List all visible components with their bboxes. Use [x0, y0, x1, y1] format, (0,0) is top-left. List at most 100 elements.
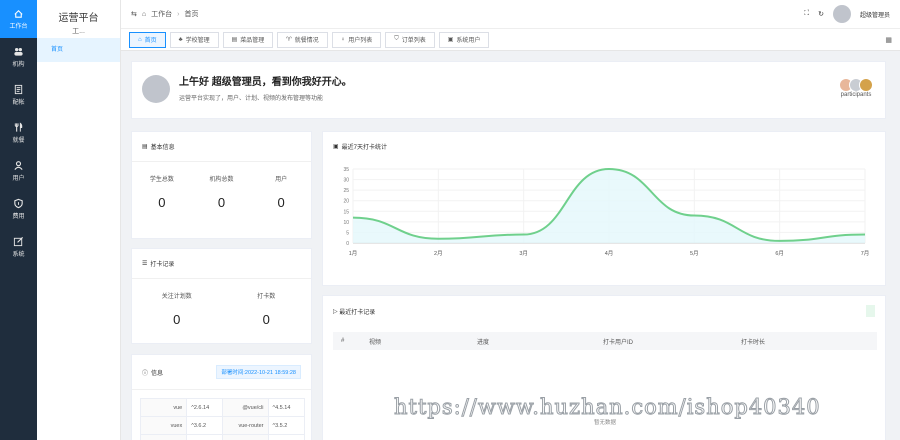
y-tick-label: 15 [343, 209, 349, 215]
package-name: vue [139, 398, 188, 417]
package-name: element-ui [139, 434, 188, 440]
tab-5[interactable]: ⛉ 订单列表 [385, 31, 435, 48]
stat-checkins: 打卡数 0 [241, 291, 291, 327]
checkin-chart: 0 5 10 15 20 25 30 35 1月 2月 3月 4月 5月 6月 7月 [343, 167, 870, 257]
top-right-tools: ⛶ ↻ 超级管理员 [804, 5, 890, 23]
user-icon [14, 161, 23, 170]
y-tick-label: 25 [343, 188, 349, 194]
y-tick-label: 0 [346, 241, 349, 247]
x-tick-label: 5月 [690, 250, 699, 257]
avatar [142, 75, 170, 103]
column-header: 进度 [477, 339, 490, 346]
sidebar-brand: 运营平台 工... [37, 0, 120, 38]
recent-title-text: 最近打卡记录 [339, 309, 376, 316]
tab-label: 首页 [144, 38, 157, 44]
version-table: vue ^2.6.14 @vue/cli ^4.5.14 vuex ^3.6.2 vue-r… [139, 398, 306, 440]
participants: participants [839, 78, 873, 98]
tab-label: 学校管理 [185, 38, 210, 44]
watermark: https://www.huzhan.com/ishop40340 [394, 395, 821, 420]
participant-avatars [839, 78, 873, 92]
package-name: @vue/cli [222, 398, 269, 417]
sidebar-item-home[interactable]: 首页 [37, 38, 120, 62]
stat-label: 关注计划数 [161, 294, 192, 300]
stat-users: 用户 0 [256, 174, 306, 210]
tabs-bar: ⌂ 首页 ♣ 学校管理 ▤ 菜品管理 ♈ 就餐情况 ♀ 用户列表 ⛉ 订单列表 ▣ 系统用户 ▦ [121, 29, 900, 51]
column-header: # [341, 338, 345, 344]
package-version: ^2.6.14 [186, 398, 224, 417]
series-area [353, 169, 865, 243]
package-version: ^3.6.2 [186, 416, 224, 435]
column-header: 打卡用户ID [603, 339, 634, 346]
rail-item-1[interactable]: 机构 [0, 38, 37, 76]
y-tick-label: 20 [343, 199, 349, 205]
username[interactable]: 超级管理员 [860, 10, 890, 19]
tab-label: 系统用户 [456, 38, 481, 44]
rail-item-label: 工作台 [9, 24, 28, 30]
participants-label: participants [840, 92, 872, 98]
refresh-icon[interactable]: ↻ [818, 10, 824, 18]
y-tick-label: 5 [346, 230, 349, 236]
tab-0[interactable]: ⌂ 首页 [129, 31, 166, 48]
stat-value: 0 [262, 312, 270, 327]
tab-icon: ▤ [231, 37, 238, 43]
info-icon: ⓘ [142, 370, 149, 377]
package-version: 16.20.0 [267, 434, 306, 440]
package-name: vuex [139, 416, 188, 435]
participant-avatar [859, 78, 873, 92]
tab-1[interactable]: ♣ 学校管理 [169, 31, 219, 48]
users-icon [14, 48, 23, 56]
rail-item-0[interactable]: 工作台 [0, 0, 37, 38]
rail-item-label: 配帐 [12, 100, 25, 106]
welcome-card: 上午好 超级管理员，看到你我好开心。 运营平台实现了，用户、计划、视频的发布管理… [131, 61, 886, 119]
recent-title: ▷ 最近打卡记录 [323, 296, 885, 326]
chart-icon: ▣ [333, 144, 339, 150]
stat-label: 打卡数 [257, 294, 276, 300]
collapse-menu-icon[interactable]: ⇆ [131, 10, 137, 18]
refresh-button[interactable] [866, 305, 875, 317]
tab-2[interactable]: ▤ 菜品管理 [222, 31, 274, 48]
info-title: ⓘ 信息 部署时间:2022-10-21 18:59:28 [132, 355, 311, 390]
rail-item-6[interactable]: 系统 [0, 228, 37, 266]
rail-item-5[interactable]: 费用 [0, 190, 37, 228]
x-tick-label: 3月 [519, 250, 528, 257]
rail-item-label: 机构 [12, 62, 25, 68]
checkin-chart-card: ▣ 最近7天打卡统计 0 5 10 15 20 25 30 35 1月 2月 3月 4月 5月 6月 7月 [322, 131, 886, 286]
fullscreen-icon[interactable]: ⛶ [804, 10, 809, 18]
edit-icon [13, 236, 24, 247]
rail-item-3[interactable]: 就餐 [0, 114, 37, 152]
empty-text: 暂无数据 [593, 420, 616, 426]
breadcrumb: ⇆ ⌂ 工作台 › 首页 [131, 9, 198, 19]
table-row: vue ^2.6.14 @vue/cli ^4.5.14 [139, 398, 306, 417]
stat-label: 学生总数 [149, 177, 174, 183]
rail-item-4[interactable]: 用户 [0, 152, 37, 190]
package-version: ^2.15.5 [186, 434, 224, 440]
tab-label: 用户列表 [348, 38, 373, 44]
info-title-text: 信息 [151, 370, 164, 377]
tab-3[interactable]: ♈ 就餐情况 [277, 31, 328, 48]
tab-4[interactable]: ♀ 用户列表 [331, 31, 382, 48]
tab-label: 就餐情况 [294, 38, 319, 44]
stat-follow-plans: 关注计划数 0 [152, 291, 202, 327]
rail-item-2[interactable]: 配帐 [0, 76, 37, 114]
stat-value: 0 [173, 312, 181, 327]
grid-icon[interactable]: ▦ [885, 36, 892, 44]
checkin-title: ☰ 打卡记录 [132, 249, 311, 279]
tab-label: 订单列表 [401, 38, 426, 44]
rail-item-label: 系统 [12, 252, 25, 258]
rail-item-label: 就餐 [12, 138, 25, 144]
sidebar: 运营平台 工... 首页 [37, 0, 121, 440]
dashboard-content: 上午好 超级管理员，看到你我好开心。 运营平台实现了，用户、计划、视频的发布管理… [121, 51, 900, 440]
user-avatar[interactable] [832, 5, 851, 23]
tab-icon: ♈ [286, 37, 292, 43]
stat-value: 0 [217, 195, 226, 210]
x-tick-label: 7月 [861, 250, 870, 257]
table-row: vuex ^3.6.2 vue-router ^3.5.2 [139, 416, 306, 435]
breadcrumb-item-workbench[interactable]: 工作台 [151, 9, 172, 19]
tab-icon: ♀ [340, 36, 346, 43]
x-tick-label: 6月 [775, 250, 784, 257]
chevron-right-icon: › [177, 10, 180, 18]
list-icon: ☰ [142, 261, 148, 267]
left-rail: 工作台机构配帐就餐用户 费用系统 [0, 0, 37, 440]
info-card: ⓘ 信息 部署时间:2022-10-21 18:59:28 vue ^2.6.14… [131, 354, 312, 440]
tab-6[interactable]: ▣ 系统用户 [438, 31, 490, 48]
